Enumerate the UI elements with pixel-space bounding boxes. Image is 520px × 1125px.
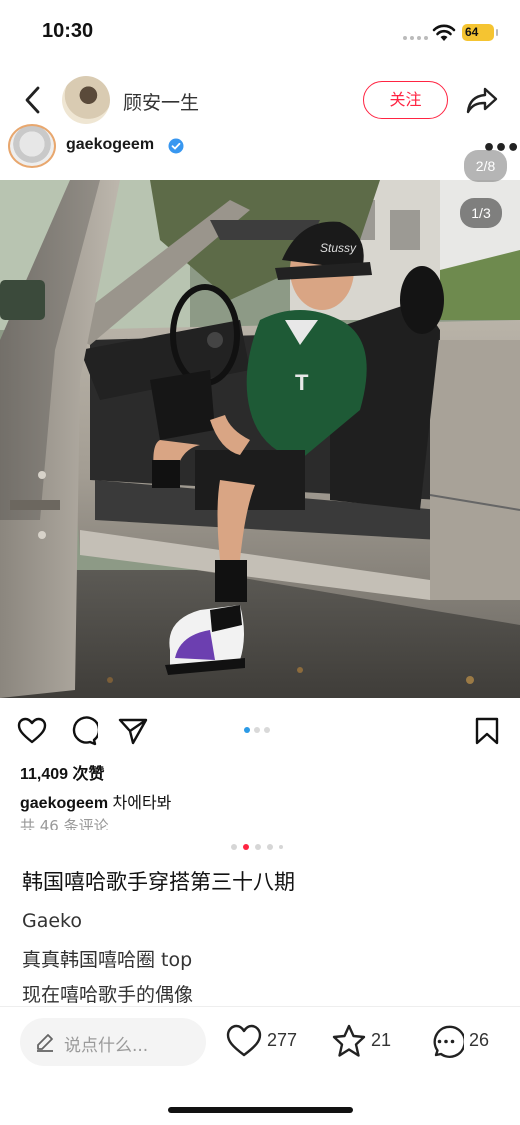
comment-placeholder: 说点什么... [64,1036,149,1056]
like-heart-icon [226,1024,262,1057]
note-title: 韩国嘻哈歌手穿搭第三十八期 [22,870,295,894]
follow-button[interactable]: 关注 [363,81,448,119]
svg-text:T: T [295,370,309,395]
caption-text: 차에타봐 [112,795,172,812]
ig-carousel-dots [244,727,270,733]
comment-bubble-icon [72,716,98,746]
ig-image-counter: 1/3 [460,198,502,228]
note-body-line: Gaeko [22,910,83,932]
collect-button[interactable]: 21 [331,1022,397,1062]
note-body-line: 真真韩国嘻哈圈 top [22,949,193,971]
status-bar: 10:30 64 [0,0,520,64]
battery-level: 64 [465,25,479,39]
share-icon[interactable] [466,86,498,114]
ig-post-header: gaekogeem ••• [0,124,520,180]
ig-likes: 11,409 次赞 [20,766,105,783]
home-indicator [168,1107,353,1113]
note-header: 顾安一生 关注 [0,70,520,130]
heart-icon [17,717,47,744]
comment-button[interactable]: 26 [428,1022,498,1062]
note-image-counter: 2/8 [464,150,507,182]
ig-comments-count: 共 46 条评论 [20,817,109,830]
note-body-line: 现在嘻哈歌手的偶像 [22,984,194,1006]
author-name[interactable]: 顾安一生 [123,88,199,115]
verified-icon [168,138,184,154]
ig-action-row [0,710,520,754]
bookmark-icon [475,717,499,745]
ig-username: gaekogeem [66,136,155,153]
wifi-icon [432,24,456,41]
like-button[interactable]: 277 [226,1022,306,1062]
send-icon [118,718,148,745]
post-photo[interactable]: T Stussy [0,180,520,698]
caption-username: gaekogeem [20,795,109,812]
note-image-dots [231,844,283,850]
collect-count: 21 [371,1030,392,1050]
back-icon[interactable] [20,84,46,116]
like-count: 277 [267,1030,298,1050]
bottom-divider [0,1006,520,1007]
star-icon [332,1024,366,1057]
pen-icon [37,1034,53,1052]
ig-avatar [8,124,56,168]
comment-count: 26 [469,1030,490,1050]
status-time: 10:30 [42,20,94,42]
svg-text:Stussy: Stussy [320,241,357,255]
comment-input[interactable]: 说点什么... [20,1018,206,1066]
ig-caption: gaekogeem 차에타봐 [20,789,171,813]
battery-indicator: 64 [462,24,498,41]
cellular-signal-icon [403,36,428,40]
author-avatar[interactable] [62,76,110,124]
comment-icon [433,1025,464,1058]
